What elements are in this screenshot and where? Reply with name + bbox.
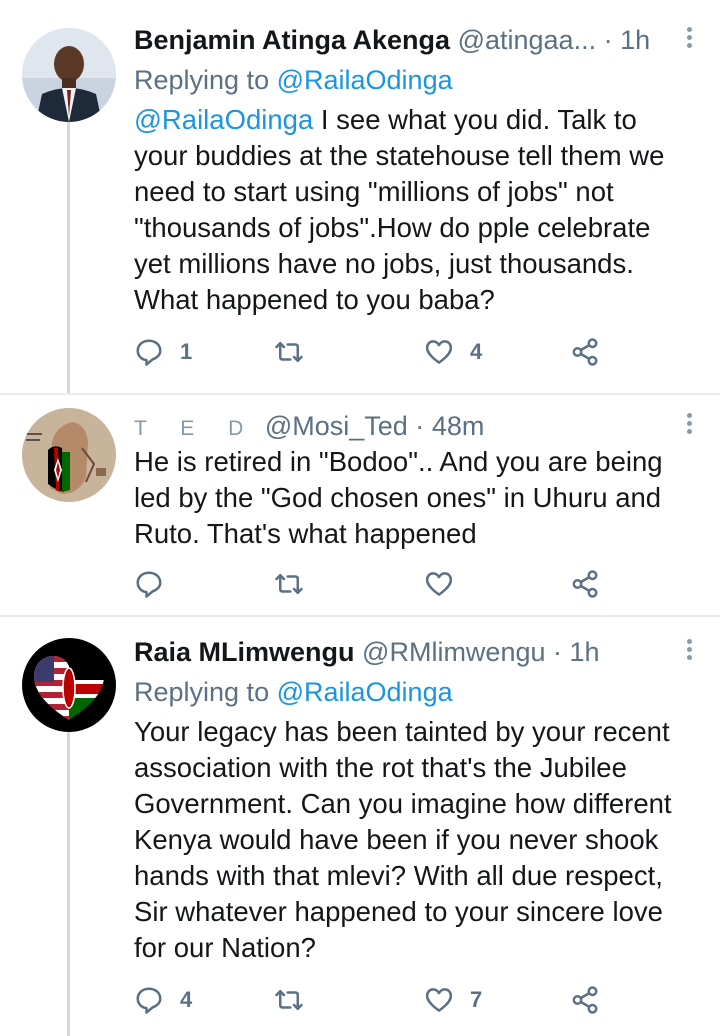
retweet-button[interactable] — [274, 332, 320, 372]
tweet-header: T E D @Mosi_Ted · 48m — [134, 406, 680, 446]
replying-to-link[interactable]: @RailaOdinga — [277, 65, 453, 95]
reply-button[interactable] — [134, 564, 180, 604]
retweet-icon — [275, 342, 303, 362]
replying-prefix: Replying to — [134, 65, 277, 95]
more-options-icon[interactable] — [684, 24, 694, 54]
retweet-icon — [275, 574, 303, 594]
tweet-2[interactable]: T E D @Mosi_Ted · 48m He is retired in "… — [0, 394, 720, 616]
like-button[interactable]: 7 — [424, 980, 482, 1020]
like-count: 7 — [470, 987, 483, 1012]
replying-prefix: Replying to — [134, 677, 277, 707]
retweet-button[interactable] — [274, 564, 320, 604]
share-button[interactable] — [570, 332, 600, 372]
user-handle[interactable]: @atingaa... — [458, 25, 597, 55]
separator-dot: · — [603, 25, 613, 55]
share-button[interactable] — [570, 980, 600, 1020]
timestamp[interactable]: 48m — [432, 411, 485, 441]
display-name[interactable]: Benjamin Atinga Akenga — [134, 25, 450, 55]
tweet-text: Your legacy has been tainted by your rec… — [134, 716, 672, 963]
more-options-icon[interactable] — [684, 636, 694, 666]
separator-dot: · — [553, 637, 563, 667]
reply-icon — [136, 987, 162, 1014]
avatar-raia[interactable] — [22, 638, 116, 732]
user-handle[interactable]: @RMlimwengu — [362, 637, 545, 667]
replying-to-link[interactable]: @RailaOdinga — [277, 677, 453, 707]
heart-icon — [425, 572, 453, 596]
tweet-actions: 4 7 — [134, 980, 614, 1020]
tweet-header: Raia MLimwengu @RMlimwengu · 1h — [134, 632, 680, 672]
display-name[interactable]: T E D — [134, 417, 257, 440]
avatar-ted[interactable] — [22, 408, 116, 502]
like-button[interactable]: 4 — [424, 332, 482, 372]
reply-count: 1 — [180, 339, 193, 364]
reply-icon — [136, 339, 162, 366]
share-button[interactable] — [570, 564, 600, 604]
reply-count: 4 — [180, 987, 193, 1012]
timestamp[interactable]: 1h — [620, 25, 650, 55]
timestamp[interactable]: 1h — [570, 637, 600, 667]
replying-to: Replying to @RailaOdinga — [134, 674, 453, 710]
thread-line — [67, 732, 70, 1036]
share-icon — [572, 338, 598, 366]
tweet-body: I see what you did. Talk to your buddies… — [134, 104, 665, 315]
tweet-header: Benjamin Atinga Akenga @atingaa... · 1h — [134, 20, 680, 60]
share-icon — [572, 570, 598, 598]
tweet-actions: 1 4 — [134, 332, 614, 372]
like-count: 4 — [470, 339, 483, 364]
reply-icon — [136, 571, 162, 598]
retweet-button[interactable] — [274, 980, 320, 1020]
tweet-text: @RailaOdinga I see what you did. Talk to… — [134, 102, 694, 318]
mention-link[interactable]: @RailaOdinga — [134, 104, 313, 135]
tweet-actions — [134, 564, 614, 604]
tweet-3[interactable]: Raia MLimwengu @RMlimwengu · 1h Replying… — [0, 616, 720, 1036]
tweet-text: He is retired in "Bodoo".. And you are b… — [134, 446, 663, 549]
share-icon — [572, 986, 598, 1014]
retweet-icon — [275, 990, 303, 1010]
reply-button[interactable]: 4 — [134, 980, 192, 1020]
heart-icon — [425, 988, 453, 1012]
replying-to: Replying to @RailaOdinga — [134, 62, 453, 98]
reply-button[interactable]: 1 — [134, 332, 192, 372]
display-name[interactable]: Raia MLimwengu — [134, 637, 355, 667]
thread-line — [67, 122, 70, 394]
like-button[interactable] — [424, 564, 470, 604]
avatar-benjamin[interactable] — [22, 28, 116, 122]
more-options-icon[interactable] — [684, 410, 694, 440]
tweet-1[interactable]: Benjamin Atinga Akenga @atingaa... · 1h … — [0, 0, 720, 394]
user-handle[interactable]: @Mosi_Ted — [265, 411, 408, 441]
heart-icon — [425, 340, 453, 364]
separator-dot: · — [415, 411, 425, 441]
